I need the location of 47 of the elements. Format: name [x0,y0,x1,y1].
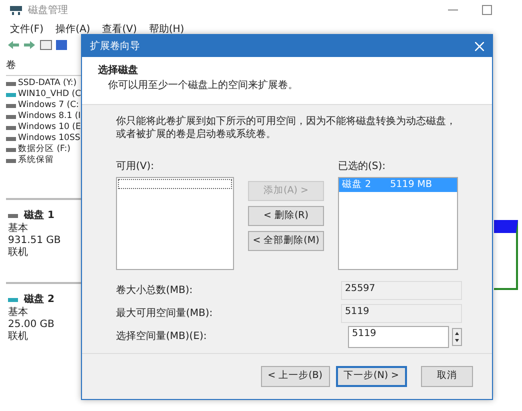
wizard-button[interactable]: 取消 [421,366,473,387]
readonly-field: 5119 [341,304,462,323]
disk-status: 联机 [8,331,29,343]
menu-item[interactable]: 帮助(H) [148,22,184,34]
menu-item[interactable]: 查看(V) [102,22,137,34]
menu-item[interactable]: 文件(F) [10,22,44,34]
forward-arrow-icon[interactable] [24,40,36,50]
disk-type: 基本 [8,307,29,319]
window-title: 磁盘管理 [28,4,68,18]
disk-name: 磁盘 2 [24,294,54,305]
volume-name[interactable]: Windows 8.1 (I [18,111,81,122]
volume-name[interactable]: WIN10_VHD (C [18,89,82,100]
disk-type: 基本 [8,223,29,235]
wizard-button[interactable]: < 全部删除(M) [248,231,324,251]
volume-name[interactable]: 系统保留 [18,155,54,166]
volume-name[interactable]: 数据分区 (F:) [18,144,70,155]
number-field[interactable]: 5119 [348,326,449,348]
wizard-button[interactable]: < 删除(R) [248,206,324,226]
list-label: 可用(V): [116,160,156,174]
dialog-title: 扩展卷向导 [90,40,140,54]
disk-name: 磁盘 1 [24,210,54,221]
field-label: 最大可用空间量(MB): [116,306,213,321]
disk-size: 25.00 GB [8,319,56,330]
page-heading: 选择磁盘 [98,64,139,78]
list-label: 已选的(S): [338,160,387,174]
disk-size: 931.51 GB [8,235,62,246]
available-listbox[interactable] [116,176,234,270]
panel-icon[interactable] [40,40,52,50]
close-icon[interactable] [475,42,484,50]
volume-name[interactable]: Windows 10SS [18,133,80,144]
volume-name[interactable]: Windows 10 (E [18,122,81,133]
maximize-icon[interactable] [482,5,492,15]
spin-arrows-icon[interactable] [452,328,462,348]
page-subheading: 你可以用至少一个磁盘上的空间来扩展卷。 [107,78,299,93]
menu-item[interactable]: 操作(A) [56,22,90,34]
wizard-button[interactable]: < 上一步(B) [260,366,330,387]
disk-status: 联机 [8,247,29,259]
volume-name[interactable]: Windows 7 (C: [18,100,79,111]
wizard-button[interactable]: 下一步(N) > [336,366,407,387]
field-label: 卷大小总数(MB): [116,284,193,298]
back-arrow-icon[interactable] [8,40,20,50]
partition-block [494,220,518,290]
field-label: 选择空间量(MB)(E): [116,330,207,344]
readonly-field: 25597 [341,281,462,300]
app-icon [10,5,22,15]
volume-name[interactable]: SSD-DATA (Y:) [18,78,77,89]
description-text: 你只能将此卷扩展到如下所示的可用空间，因为不能将磁盘转换为动态磁盘，或者被扩展的卷是启动卷或系统卷。 [116,115,457,142]
